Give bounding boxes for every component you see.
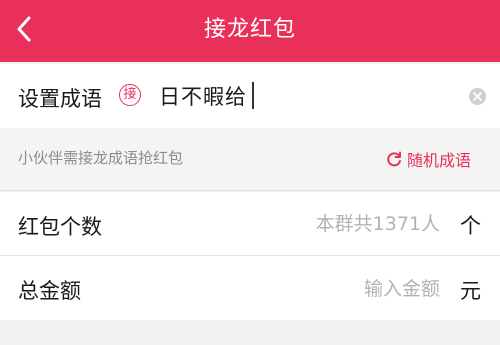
divider xyxy=(0,190,500,191)
count-label: 红包个数 xyxy=(18,215,102,239)
clear-button[interactable] xyxy=(469,88,486,105)
amount-unit: 元 xyxy=(460,279,481,303)
idiom-input[interactable] xyxy=(159,82,449,110)
text-caret xyxy=(252,82,254,109)
count-input[interactable] xyxy=(220,211,440,237)
idiom-label: 设置成语 xyxy=(18,87,102,111)
page-title: 接龙红包 xyxy=(203,17,296,42)
random-idiom-button[interactable]: 随机成语 xyxy=(385,148,471,170)
header-bar: 接龙红包 xyxy=(0,0,500,62)
refresh-icon xyxy=(387,151,401,167)
count-unit: 个 xyxy=(460,214,481,238)
hint-text: 小伙伴需接龙成语抢红包 xyxy=(18,149,184,167)
clear-circle-icon xyxy=(473,92,482,101)
random-idiom-label: 随机成语 xyxy=(407,151,472,170)
jie-badge: 接 xyxy=(119,84,141,106)
amount-input[interactable] xyxy=(220,276,440,302)
amount-label: 总金额 xyxy=(18,279,81,303)
